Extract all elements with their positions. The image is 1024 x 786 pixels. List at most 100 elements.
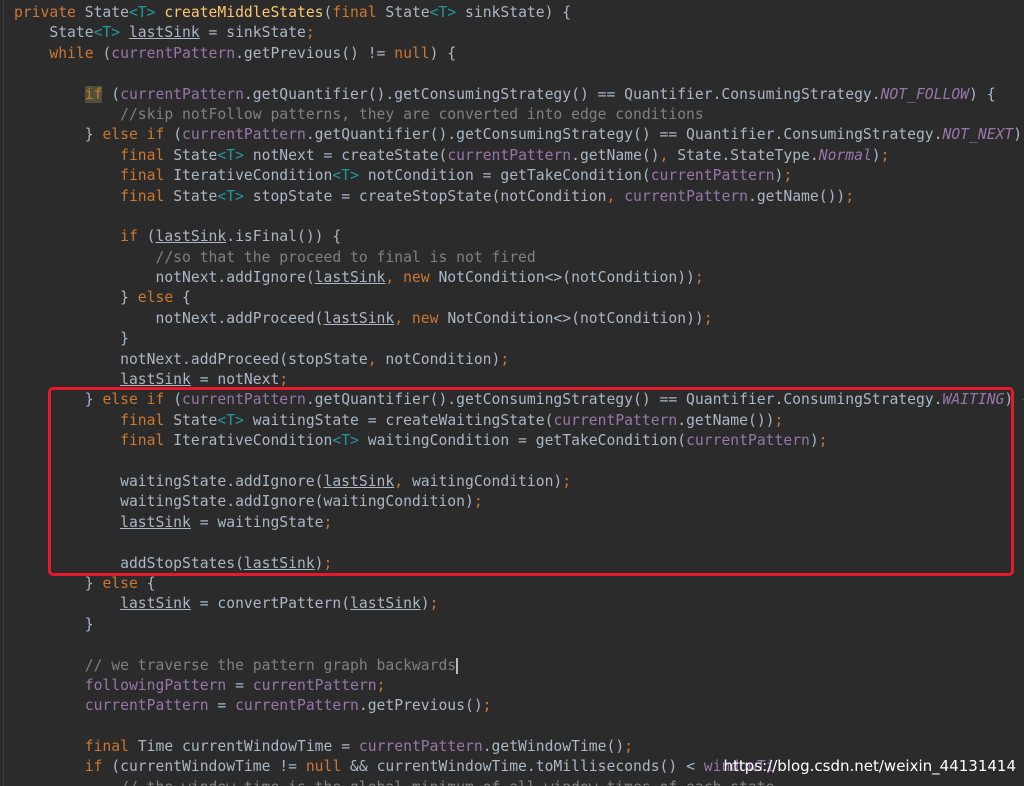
- code-line[interactable]: [14, 533, 1024, 553]
- code-token: notNext = createState(: [243, 146, 448, 164]
- code-token: = notNext: [190, 371, 280, 389]
- code-line[interactable]: State<T> lastSink = sinkState;: [14, 23, 1024, 43]
- code-line[interactable]: notNext.addProceed(lastSink, new NotCond…: [14, 309, 1024, 329]
- code-line[interactable]: notNext.addIgnore(lastSink, new NotCondi…: [14, 268, 1024, 288]
- code-token: ;: [880, 146, 890, 164]
- code-token: while: [49, 44, 103, 62]
- code-token: IterativeCondition: [173, 432, 333, 450]
- code-token: if: [120, 228, 147, 246]
- code-token: ;: [562, 472, 572, 490]
- code-token: lastSink: [120, 513, 191, 531]
- code-token: notNext.addProceed(stopState: [14, 350, 368, 368]
- code-line[interactable]: [14, 207, 1024, 227]
- code-line[interactable]: } else {: [14, 288, 1024, 308]
- code-token: .getQuantifier().getConsumingStrategy() …: [305, 126, 943, 144]
- code-token: .getPrevious() !=: [235, 44, 395, 62]
- code-line[interactable]: if (lastSink.isFinal()) {: [14, 227, 1024, 247]
- code-token: }: [14, 391, 103, 409]
- code-token: lastSink: [350, 595, 421, 613]
- code-line[interactable]: final IterativeCondition<T> waitingCondi…: [14, 431, 1024, 451]
- code-token: waitingCondition): [411, 472, 563, 490]
- code-token: waitingState.addIgnore(: [14, 472, 324, 490]
- code-token: .getPrevious(): [358, 697, 483, 715]
- code-line[interactable]: lastSink = convertPattern(lastSink);: [14, 594, 1024, 614]
- code-token: //so that the proceed to final is not fi…: [155, 248, 536, 266]
- code-line[interactable]: [14, 717, 1024, 737]
- code-token: final: [332, 4, 386, 21]
- code-token: ;: [694, 269, 704, 287]
- code-line[interactable]: }: [14, 615, 1024, 635]
- code-token: .getName()): [677, 411, 775, 429]
- code-token: ) {: [1013, 126, 1023, 144]
- code-token: (: [173, 391, 183, 409]
- code-token: lastSink: [323, 309, 395, 327]
- code-token: currentPattern: [252, 676, 377, 694]
- code-line[interactable]: //skip notFollow patterns, they are conv…: [14, 105, 1024, 125]
- code-token: ;: [323, 554, 333, 572]
- code-line[interactable]: waitingState.addIgnore(lastSink, waiting…: [14, 472, 1024, 492]
- code-token: {: [146, 574, 156, 592]
- code-line[interactable]: final State<T> notNext = createState(cur…: [14, 146, 1024, 166]
- code-line[interactable]: } else if (currentPattern.getQuantifier(…: [14, 125, 1024, 145]
- code-token: final: [120, 187, 174, 205]
- code-token: lastSink: [314, 269, 386, 287]
- code-line[interactable]: addStopStates(lastSink);: [14, 554, 1024, 574]
- code-token: final: [120, 411, 174, 429]
- code-token: ;: [429, 595, 439, 613]
- code-line[interactable]: [14, 452, 1024, 472]
- code-line[interactable]: currentPattern = currentPattern.getPrevi…: [14, 696, 1024, 716]
- code-line[interactable]: [14, 64, 1024, 84]
- code-token: addStopStates(: [14, 554, 244, 572]
- code-editor[interactable]: private State<T> createMiddleStates(fina…: [0, 0, 1024, 786]
- code-line[interactable]: } else {: [14, 574, 1024, 594]
- code-token: followingPattern: [84, 676, 227, 694]
- code-token: State: [14, 24, 94, 42]
- code-token: ;: [845, 187, 855, 205]
- code-token: , new: [394, 309, 448, 327]
- code-line[interactable]: lastSink = notNext;: [14, 370, 1024, 390]
- code-line[interactable]: if (currentPattern.getQuantifier().getCo…: [14, 85, 1024, 105]
- code-token: , new: [385, 269, 439, 287]
- code-line[interactable]: final IterativeCondition<T> notCondition…: [14, 166, 1024, 186]
- code-token: waitingCondition = getTakeCondition(: [358, 432, 687, 450]
- code-line[interactable]: lastSink = waitingState;: [14, 513, 1024, 533]
- code-line[interactable]: waitingState.addIgnore(waitingCondition)…: [14, 492, 1024, 512]
- code-line[interactable]: //so that the proceed to final is not fi…: [14, 248, 1024, 268]
- code-token: }: [14, 574, 103, 592]
- code-token: }: [14, 615, 94, 633]
- code-line[interactable]: // we traverse the pattern graph backwar…: [14, 656, 1024, 676]
- code-line[interactable]: [14, 635, 1024, 655]
- code-token: if: [84, 758, 112, 776]
- code-token: currentPattern: [624, 187, 748, 205]
- code-token: ,: [659, 146, 678, 164]
- code-token: createMiddleStates: [164, 4, 324, 21]
- code-token: final: [120, 146, 174, 164]
- code-token: currentPattern: [650, 167, 775, 185]
- code-line[interactable]: final State<T> waitingState = createWait…: [14, 411, 1024, 431]
- code-token: private: [14, 4, 85, 21]
- code-token: waitingState.addIgnore(waitingCondition): [14, 493, 474, 511]
- code-token: NotCondition<>(notCondition)): [447, 309, 704, 327]
- code-line[interactable]: // the window time is the global minimum…: [14, 778, 1024, 786]
- code-token: else: [102, 574, 147, 592]
- code-token: State: [173, 187, 218, 205]
- code-token: .getQuantifier().getConsumingStrategy() …: [305, 391, 943, 409]
- code-line[interactable]: final State<T> stopState = createStopSta…: [14, 187, 1024, 207]
- code-token: final: [120, 432, 174, 450]
- code-token: ;: [305, 24, 315, 42]
- code-line[interactable]: notNext.addProceed(stopState, notConditi…: [14, 350, 1024, 370]
- code-token: .getQuantifier().getConsumingStrategy() …: [243, 85, 881, 103]
- code-line[interactable]: private State<T> createMiddleStates(fina…: [14, 3, 1024, 23]
- code-line[interactable]: }: [14, 329, 1024, 349]
- code-area[interactable]: private State<T> createMiddleStates(fina…: [14, 3, 1024, 786]
- code-line[interactable]: } else if (currentPattern.getQuantifier(…: [14, 390, 1024, 410]
- code-token: ;: [323, 513, 333, 531]
- code-line[interactable]: final Time currentWindowTime = currentPa…: [14, 737, 1024, 757]
- code-line[interactable]: while (currentPattern.getPrevious() != n…: [14, 44, 1024, 64]
- code-line[interactable]: followingPattern = currentPattern;: [14, 676, 1024, 696]
